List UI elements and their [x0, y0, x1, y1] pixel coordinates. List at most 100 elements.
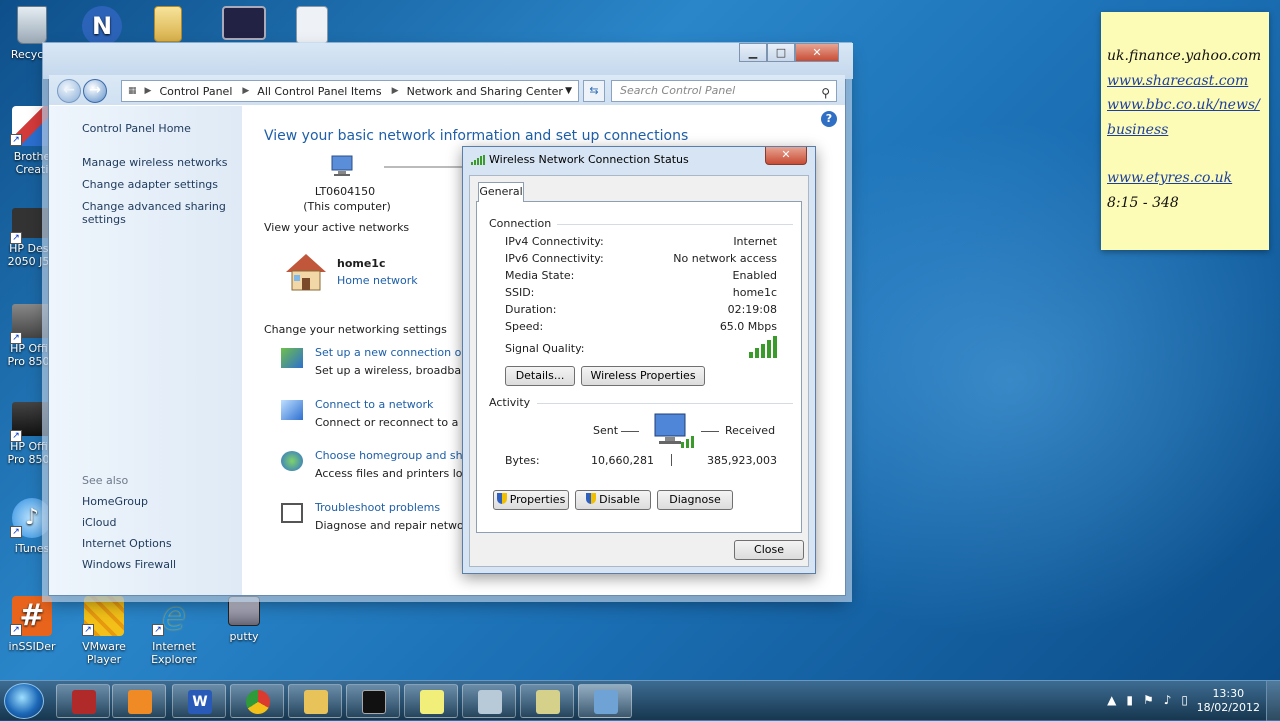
task-link[interactable]: Choose homegroup and sharing options — [315, 449, 467, 462]
sticky-note[interactable]: uk.finance.yahoo.com www.sharecast.com w… — [1101, 12, 1269, 250]
minimize-button[interactable]: ▁ — [739, 43, 767, 62]
clock-time: 13:30 — [1212, 687, 1245, 700]
diagnose-button[interactable]: Diagnose — [657, 490, 733, 510]
clock[interactable]: 13:30 18/02/2012 — [1197, 687, 1260, 715]
row-speed: Speed: 65.0 Mbps — [505, 320, 777, 334]
start-button[interactable] — [4, 683, 44, 719]
power-icon[interactable]: ▯ — [1181, 693, 1198, 707]
disable-button[interactable]: Disable — [575, 490, 651, 510]
taskbar-media-app[interactable] — [56, 684, 110, 718]
row-signal-quality: Signal Quality: — [505, 342, 777, 356]
computer-icon[interactable] — [329, 155, 355, 177]
general-tab-panel: Connection IPv4 Connectivity: Internet I… — [476, 201, 802, 533]
refresh-button[interactable]: ⇆ — [583, 80, 605, 102]
desktop-icon-inssider[interactable]: # ↗ inSSIDer — [0, 596, 64, 653]
breadcrumb-chevron-icon[interactable]: ▶ — [392, 86, 399, 96]
task-setup-connection: Set up a new connection or network Set u… — [281, 346, 471, 386]
breadcrumb-chevron-icon[interactable]: ▶ — [145, 86, 152, 96]
details-button[interactable]: Details... — [505, 366, 575, 386]
dialog-close-x-button[interactable]: ✕ — [765, 147, 807, 165]
change-settings-heading: Change your networking settings — [264, 323, 447, 336]
properties-button[interactable]: Properties — [493, 490, 569, 510]
connect-network-icon — [281, 400, 303, 420]
control-panel-icon — [594, 690, 618, 714]
sticky-link[interactable]: www.sharecast.com — [1107, 69, 1265, 94]
bytes-label: Bytes: — [505, 454, 540, 467]
taskbar-cmd[interactable] — [346, 684, 400, 718]
activity-divider — [671, 454, 672, 466]
taskbar-notepad[interactable] — [520, 684, 574, 718]
sticky-link[interactable]: www.bbc.co.uk/news/ — [1107, 93, 1265, 118]
wireless-signal-icon — [471, 155, 485, 165]
sticky-link[interactable]: business — [1107, 118, 1265, 143]
desktop-icon-top-3[interactable] — [212, 6, 276, 44]
sidebar-control-panel-home[interactable]: Control Panel Home — [82, 122, 232, 135]
help-icon[interactable]: ? — [821, 111, 837, 127]
back-button[interactable]: ← — [57, 79, 81, 103]
navigation-bar: ← → ▦ ▶ Control Panel ▶ All Control Pane… — [49, 75, 845, 105]
network-tray-icon[interactable]: ▮ — [1126, 693, 1143, 707]
disable-label: Disable — [599, 493, 640, 506]
taskbar-media-player[interactable] — [112, 684, 166, 718]
breadcrumb-chevron-icon[interactable]: ▶ — [242, 86, 249, 96]
desktop-icon-putty[interactable]: putty — [212, 596, 276, 643]
address-dropdown-icon[interactable]: ▼ — [565, 86, 572, 96]
taskbar-chrome[interactable] — [230, 684, 284, 718]
desktop-icon-label: putty — [229, 630, 259, 643]
network-name: home1c — [337, 257, 386, 270]
active-networks-heading: View your active networks — [264, 221, 410, 234]
desktop-icon-vmware[interactable]: ↗ VMware Player — [72, 596, 136, 666]
taskbar-sticky-notes[interactable] — [404, 684, 458, 718]
dialog-body: Connection IPv4 Connectivity: Internet I… — [469, 175, 809, 567]
close-button[interactable]: ✕ — [795, 43, 839, 62]
sidebar-manage-wireless[interactable]: Manage wireless networks — [82, 156, 232, 169]
volume-icon[interactable]: ♪ — [1164, 693, 1182, 707]
sidebar-change-adapter[interactable]: Change adapter settings — [82, 178, 232, 191]
task-description: Diagnose and repair network problems — [315, 519, 467, 532]
show-desktop-button[interactable] — [1266, 681, 1280, 721]
search-input[interactable]: Search Control Panel ⚲ — [611, 80, 837, 102]
see-also-homegroup[interactable]: HomeGroup — [82, 495, 176, 508]
desktop-icon-top-4[interactable] — [280, 6, 344, 48]
flag-icon[interactable]: ⚑ — [1143, 693, 1164, 707]
breadcrumb-control-panel[interactable]: Control Panel — [159, 85, 232, 98]
forward-button[interactable]: → — [83, 79, 107, 103]
maximize-button[interactable]: □ — [767, 43, 795, 62]
row-value: No network access — [673, 252, 777, 265]
close-dialog-button[interactable]: Close — [734, 540, 804, 560]
network-type-link[interactable]: Home network — [337, 274, 418, 287]
taskbar-explorer[interactable] — [288, 684, 342, 718]
taskbar-word[interactable]: W — [172, 684, 226, 718]
home-network-icon[interactable] — [284, 252, 328, 292]
address-bar[interactable]: ▦ ▶ Control Panel ▶ All Control Panel It… — [121, 80, 579, 102]
taskbar: W ▲▮⚑♪▯ 13:30 18/02/2012 — [0, 680, 1280, 721]
chrome-icon — [246, 690, 270, 714]
breadcrumb-network-sharing[interactable]: Network and Sharing Center — [407, 85, 563, 98]
desktop-icon-ie[interactable]: e ↗ Internet Explorer — [142, 596, 206, 666]
tab-general[interactable]: General — [478, 182, 524, 202]
show-hidden-icons-icon[interactable]: ▲ — [1107, 693, 1126, 707]
putty-terminal-icon — [228, 596, 260, 626]
taskbar-app[interactable] — [462, 684, 516, 718]
task-link[interactable]: Troubleshoot problems — [315, 501, 467, 514]
window-titlebar[interactable] — [43, 43, 853, 79]
search-placeholder: Search Control Panel — [620, 84, 736, 97]
see-also-heading: See also — [82, 474, 129, 487]
desktop-icon-label: inSSIDer — [8, 640, 56, 653]
see-also-internet-options[interactable]: Internet Options — [82, 537, 176, 550]
see-also-icloud[interactable]: iCloud — [82, 516, 176, 529]
task-link[interactable]: Set up a new connection or network — [315, 346, 467, 359]
sticky-link[interactable]: www.etyres.co.uk — [1107, 166, 1265, 191]
desktop-icon-top-2[interactable] — [136, 6, 200, 46]
desktop-icon-label: VMware Player — [82, 640, 126, 666]
breadcrumb-all-items[interactable]: All Control Panel Items — [257, 85, 381, 98]
see-also-windows-firewall[interactable]: Windows Firewall — [82, 558, 176, 571]
search-icon[interactable]: ⚲ — [821, 83, 830, 103]
trash-icon — [17, 6, 47, 44]
taskbar-control-panel[interactable] — [578, 684, 632, 718]
sticky-note-content: uk.finance.yahoo.com www.sharecast.com w… — [1107, 44, 1265, 215]
task-link[interactable]: Connect to a network — [315, 398, 467, 411]
shortcut-arrow-icon: ↗ — [82, 624, 94, 636]
sidebar-change-sharing[interactable]: Change advanced sharing settings — [82, 200, 232, 226]
wireless-properties-button[interactable]: Wireless Properties — [581, 366, 705, 386]
